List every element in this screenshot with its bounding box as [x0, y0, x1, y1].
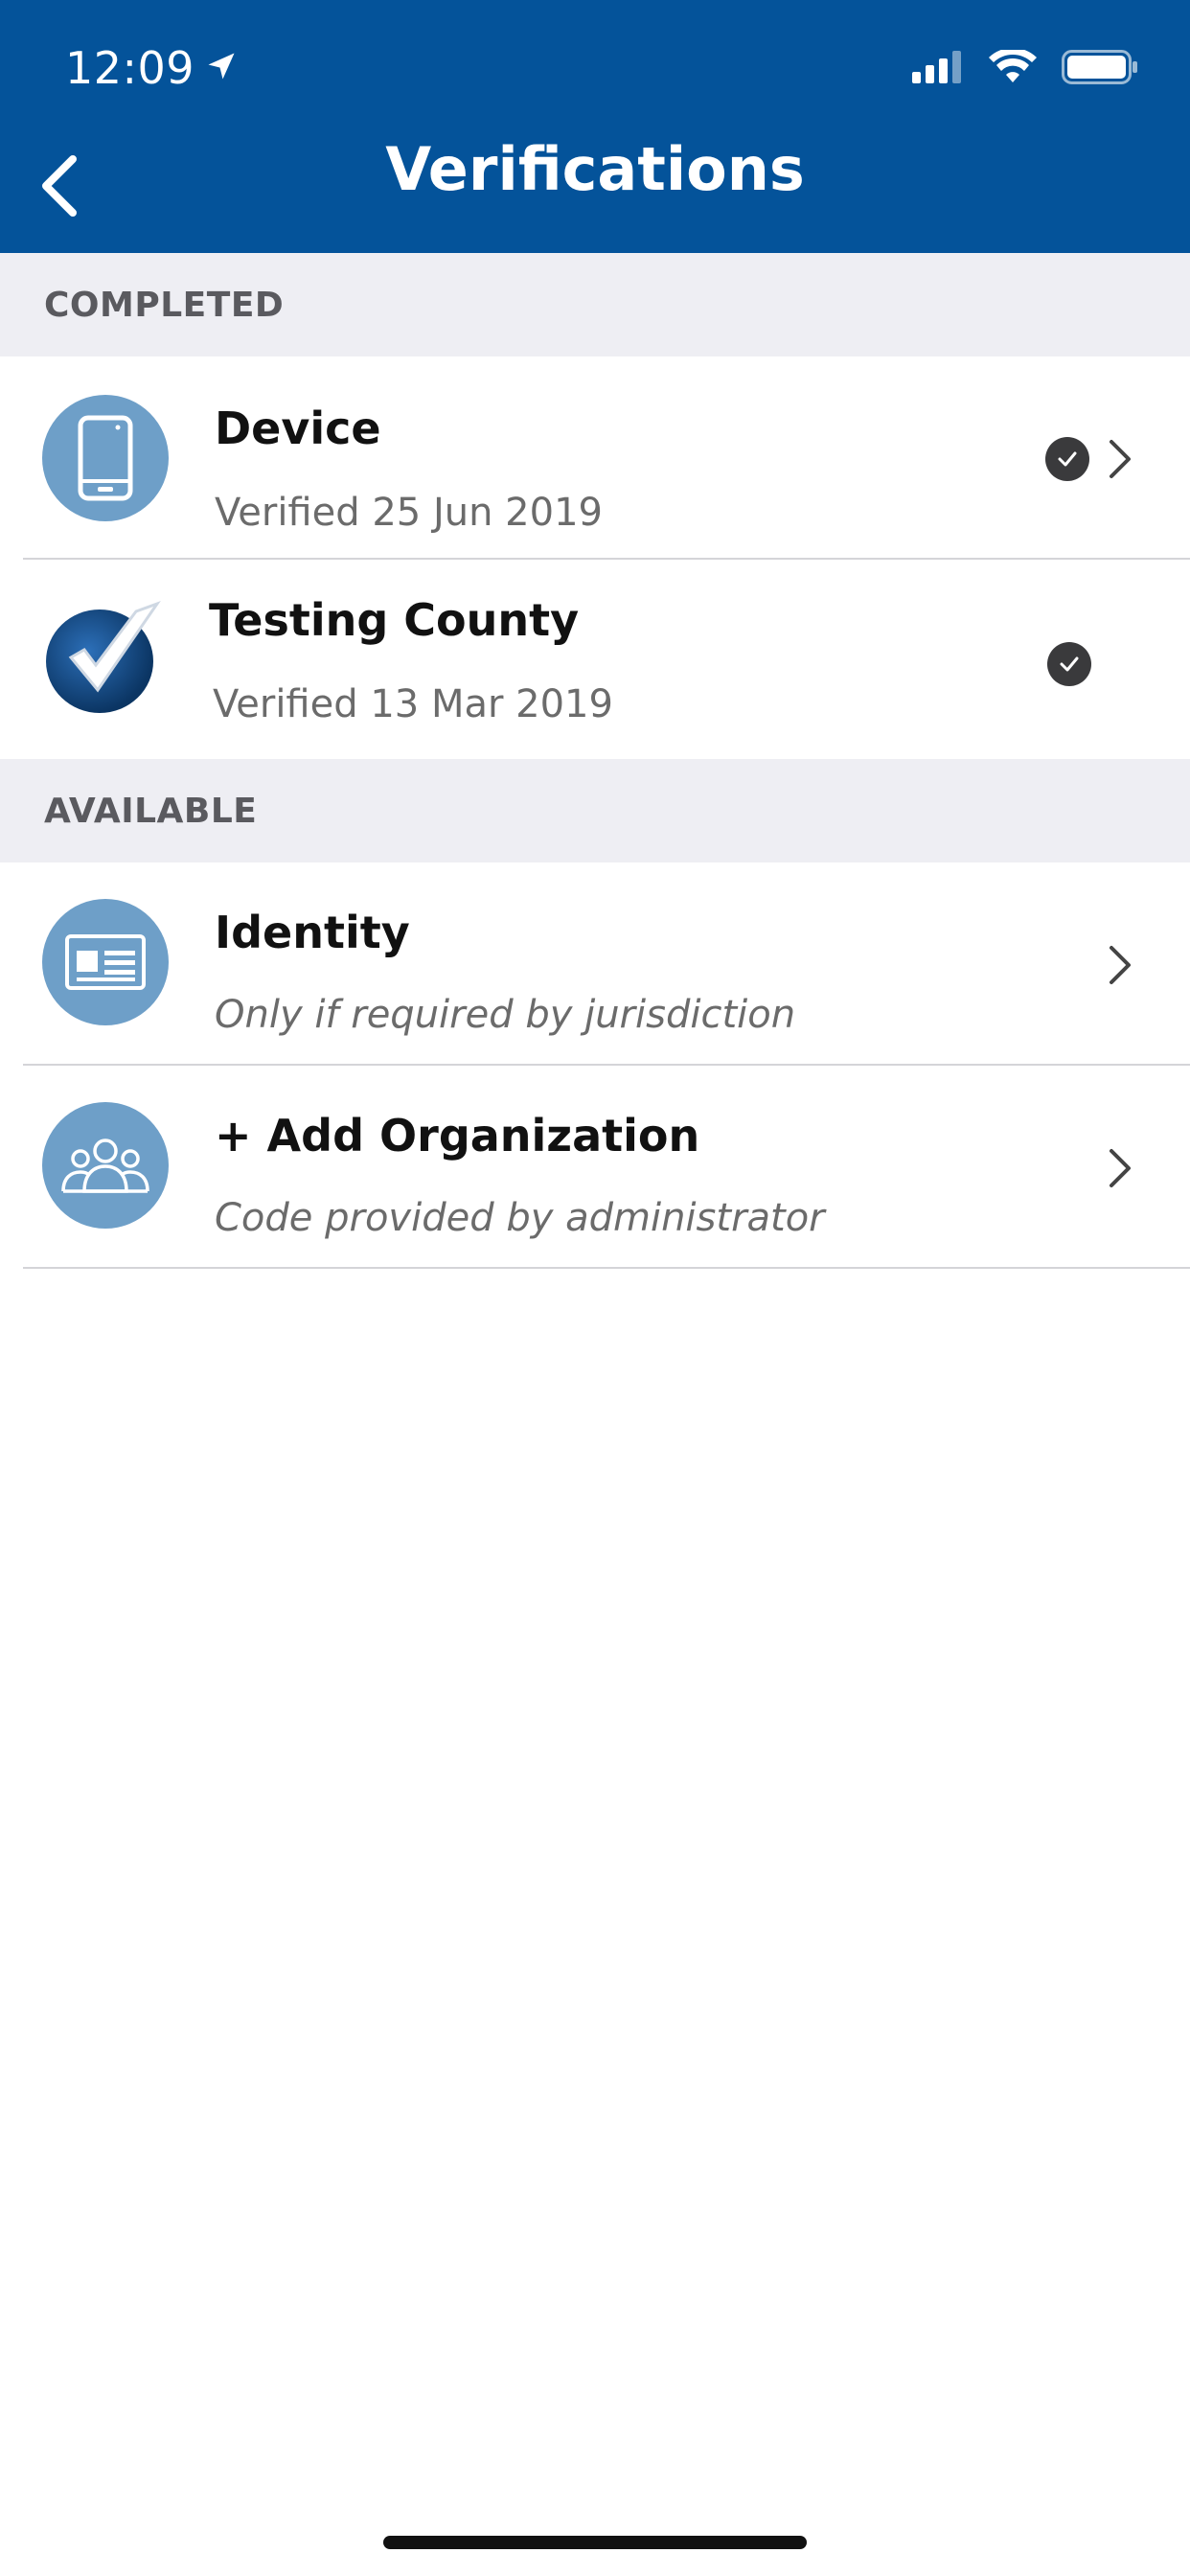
- status-icons: [912, 47, 1138, 88]
- status-time: 12:09: [65, 42, 239, 94]
- status-time-text: 12:09: [65, 42, 195, 94]
- section-header-available: AVAILABLE: [0, 759, 1190, 862]
- page-title: Verifications: [385, 134, 805, 204]
- verified-check-icon: [1045, 437, 1089, 481]
- item-subtitle: Verified 25 Jun 2019: [215, 491, 603, 535]
- cellular-signal-icon: [912, 51, 964, 87]
- item-subtitle: Only if required by jurisdiction: [215, 993, 796, 1037]
- list-item-identity[interactable]: Identity Only if required by jurisdictio…: [0, 862, 1190, 1064]
- home-indicator[interactable]: [383, 2536, 807, 2549]
- section-label-available: AVAILABLE: [44, 792, 258, 831]
- list-item-device[interactable]: Device Verified 25 Jun 2019: [0, 356, 1190, 560]
- list-item-add-organization[interactable]: + Add Organization Code provided by admi…: [0, 1066, 1190, 1267]
- item-title: Identity: [215, 907, 410, 958]
- section-label-completed: COMPLETED: [44, 286, 285, 325]
- id-card-icon: [42, 899, 169, 1025]
- item-title: Testing County: [209, 594, 580, 646]
- item-subtitle: Verified 13 Mar 2019: [213, 682, 613, 726]
- app-header: 12:09 Verifications: [0, 0, 1190, 253]
- group-icon: [42, 1102, 169, 1229]
- wifi-icon: [989, 47, 1037, 88]
- checkmark-logo-icon: [42, 590, 172, 721]
- chevron-right-icon: [1104, 435, 1136, 483]
- verified-check-icon: [1047, 642, 1091, 686]
- location-arrow-icon: [204, 42, 239, 94]
- item-subtitle: Code provided by administrator: [215, 1196, 825, 1240]
- chevron-right-icon: [1104, 1144, 1136, 1192]
- chevron-right-icon: [1104, 941, 1136, 989]
- row-divider: [23, 1267, 1190, 1269]
- phone-icon: [42, 395, 169, 521]
- item-title: + Add Organization: [215, 1110, 700, 1162]
- item-title: Device: [215, 402, 381, 454]
- list-item-testing-county[interactable]: Testing County Verified 13 Mar 2019: [0, 560, 1190, 759]
- battery-icon: [1062, 50, 1138, 88]
- section-header-completed: COMPLETED: [0, 253, 1190, 356]
